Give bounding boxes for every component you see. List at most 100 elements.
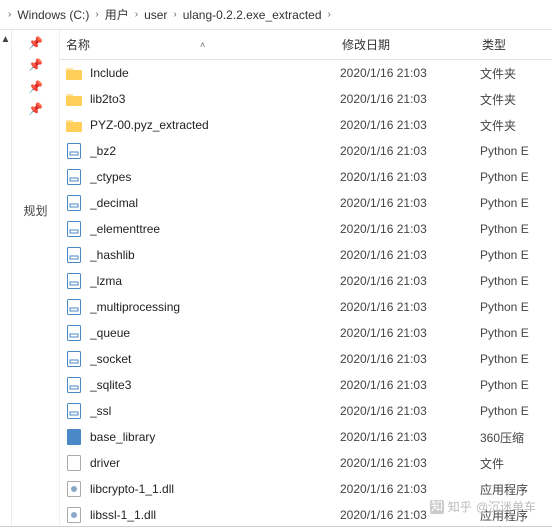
py-icon xyxy=(66,377,82,393)
file-name: _multiprocessing xyxy=(90,300,340,314)
file-row[interactable]: lib2to32020/1/16 21:03文件夹 xyxy=(60,86,552,112)
column-header-label: 名称 xyxy=(66,36,90,53)
file-name: lib2to3 xyxy=(90,92,340,106)
file-row[interactable]: base_library2020/1/16 21:03360压缩 xyxy=(60,424,552,450)
py-icon xyxy=(66,273,82,289)
file-name: PYZ-00.pyz_extracted xyxy=(90,118,340,132)
file-type: Python E xyxy=(480,170,552,184)
file-type: Python E xyxy=(480,144,552,158)
file-date: 2020/1/16 21:03 xyxy=(340,196,480,210)
breadcrumb[interactable]: › Windows (C:) › 用户 › user › ulang-0.2.2… xyxy=(0,0,552,30)
py-icon xyxy=(66,403,82,419)
file-name: Include xyxy=(90,66,340,80)
file-date: 2020/1/16 21:03 xyxy=(340,326,480,340)
py-icon xyxy=(66,169,82,185)
file-type: 应用程序 xyxy=(480,507,552,524)
file-name: _sqlite3 xyxy=(90,378,340,392)
quick-access-gutter: ▲ xyxy=(0,30,12,527)
column-header-date[interactable]: 修改日期 xyxy=(342,36,482,53)
file-name: _socket xyxy=(90,352,340,366)
pin-icon[interactable]: 📌 xyxy=(26,78,46,96)
file-type: Python E xyxy=(480,248,552,262)
file-row[interactable]: _bz22020/1/16 21:03Python E xyxy=(60,138,552,164)
file-list: 名称 ˄ 修改日期 类型 Include2020/1/16 21:03文件夹li… xyxy=(60,30,552,527)
file-type: 文件夹 xyxy=(480,65,552,82)
file-row[interactable]: _lzma2020/1/16 21:03Python E xyxy=(60,268,552,294)
file-type: 360压缩 xyxy=(480,429,552,446)
file-date: 2020/1/16 21:03 xyxy=(340,144,480,158)
file-name: _ctypes xyxy=(90,170,340,184)
column-header-name[interactable]: 名称 ˄ xyxy=(66,36,342,53)
file-name: base_library xyxy=(90,430,340,444)
breadcrumb-item[interactable]: ulang-0.2.2.exe_extracted xyxy=(181,8,324,22)
dll-icon xyxy=(66,507,82,523)
file-date: 2020/1/16 21:03 xyxy=(340,222,480,236)
pin-icon[interactable]: 📌 xyxy=(26,56,46,74)
file-row[interactable]: _multiprocessing2020/1/16 21:03Python E xyxy=(60,294,552,320)
file-row[interactable]: Include2020/1/16 21:03文件夹 xyxy=(60,60,552,86)
file-name: libcrypto-1_1.dll xyxy=(90,482,340,496)
file-name: _ssl xyxy=(90,404,340,418)
file-type: Python E xyxy=(480,274,552,288)
file-row[interactable]: libcrypto-1_1.dll2020/1/16 21:03应用程序 xyxy=(60,476,552,502)
py-icon xyxy=(66,143,82,159)
file-date: 2020/1/16 21:03 xyxy=(340,170,480,184)
file-name: _elementtree xyxy=(90,222,340,236)
py-icon xyxy=(66,299,82,315)
file-name: driver xyxy=(90,456,340,470)
py-icon xyxy=(66,195,82,211)
file-row[interactable]: _hashlib2020/1/16 21:03Python E xyxy=(60,242,552,268)
file-name: libssl-1_1.dll xyxy=(90,508,340,522)
file-date: 2020/1/16 21:03 xyxy=(340,456,480,470)
file-type: 文件夹 xyxy=(480,91,552,108)
file-row[interactable]: _socket2020/1/16 21:03Python E xyxy=(60,346,552,372)
chevron-right-icon: › xyxy=(169,9,180,20)
file-date: 2020/1/16 21:03 xyxy=(340,352,480,366)
file-row[interactable]: _queue2020/1/16 21:03Python E xyxy=(60,320,552,346)
folder-icon xyxy=(66,117,82,133)
file-date: 2020/1/16 21:03 xyxy=(340,118,480,132)
file-row[interactable]: _decimal2020/1/16 21:03Python E xyxy=(60,190,552,216)
breadcrumb-item[interactable]: Windows (C:) xyxy=(15,8,91,22)
file-row[interactable]: libssl-1_1.dll2020/1/16 21:03应用程序 xyxy=(60,502,552,526)
file-date: 2020/1/16 21:03 xyxy=(340,274,480,288)
breadcrumb-item[interactable]: 用户 xyxy=(103,6,131,23)
file-type: Python E xyxy=(480,326,552,340)
file-type: 文件 xyxy=(480,455,552,472)
file-date: 2020/1/16 21:03 xyxy=(340,300,480,314)
chevron-right-icon: › xyxy=(4,9,15,20)
chevron-right-icon: › xyxy=(91,9,102,20)
file-type: Python E xyxy=(480,196,552,210)
dll-icon xyxy=(66,481,82,497)
pin-icon[interactable]: 📌 xyxy=(26,100,46,118)
file-row[interactable]: _sqlite32020/1/16 21:03Python E xyxy=(60,372,552,398)
file-date: 2020/1/16 21:03 xyxy=(340,378,480,392)
file-row[interactable]: driver2020/1/16 21:03文件 xyxy=(60,450,552,476)
file-type: 应用程序 xyxy=(480,481,552,498)
file-row[interactable]: _elementtree2020/1/16 21:03Python E xyxy=(60,216,552,242)
file-row[interactable]: _ssl2020/1/16 21:03Python E xyxy=(60,398,552,424)
file-date: 2020/1/16 21:03 xyxy=(340,248,480,262)
file-type: Python E xyxy=(480,300,552,314)
breadcrumb-item[interactable]: user xyxy=(142,8,169,22)
file-row[interactable]: _ctypes2020/1/16 21:03Python E xyxy=(60,164,552,190)
sidebar-label: 规划 xyxy=(23,202,47,219)
folder-icon xyxy=(66,65,82,81)
file-type: Python E xyxy=(480,352,552,366)
file-date: 2020/1/16 21:03 xyxy=(340,404,480,418)
file-date: 2020/1/16 21:03 xyxy=(340,92,480,106)
py-icon xyxy=(66,325,82,341)
py-icon xyxy=(66,221,82,237)
sort-indicator-icon: ˄ xyxy=(200,40,205,50)
sidebar: 📌 📌 📌 📌 规划 xyxy=(12,30,60,527)
column-header-type[interactable]: 类型 xyxy=(482,36,552,53)
chevron-right-icon: › xyxy=(131,9,142,20)
chevron-right-icon: › xyxy=(324,9,335,20)
chevron-up-icon[interactable]: ▲ xyxy=(1,34,11,45)
pin-icon[interactable]: 📌 xyxy=(26,34,46,52)
file-type: Python E xyxy=(480,404,552,418)
file-name: _bz2 xyxy=(90,144,340,158)
file-row[interactable]: PYZ-00.pyz_extracted2020/1/16 21:03文件夹 xyxy=(60,112,552,138)
file-type: Python E xyxy=(480,222,552,236)
column-header-row: 名称 ˄ 修改日期 类型 xyxy=(60,30,552,60)
